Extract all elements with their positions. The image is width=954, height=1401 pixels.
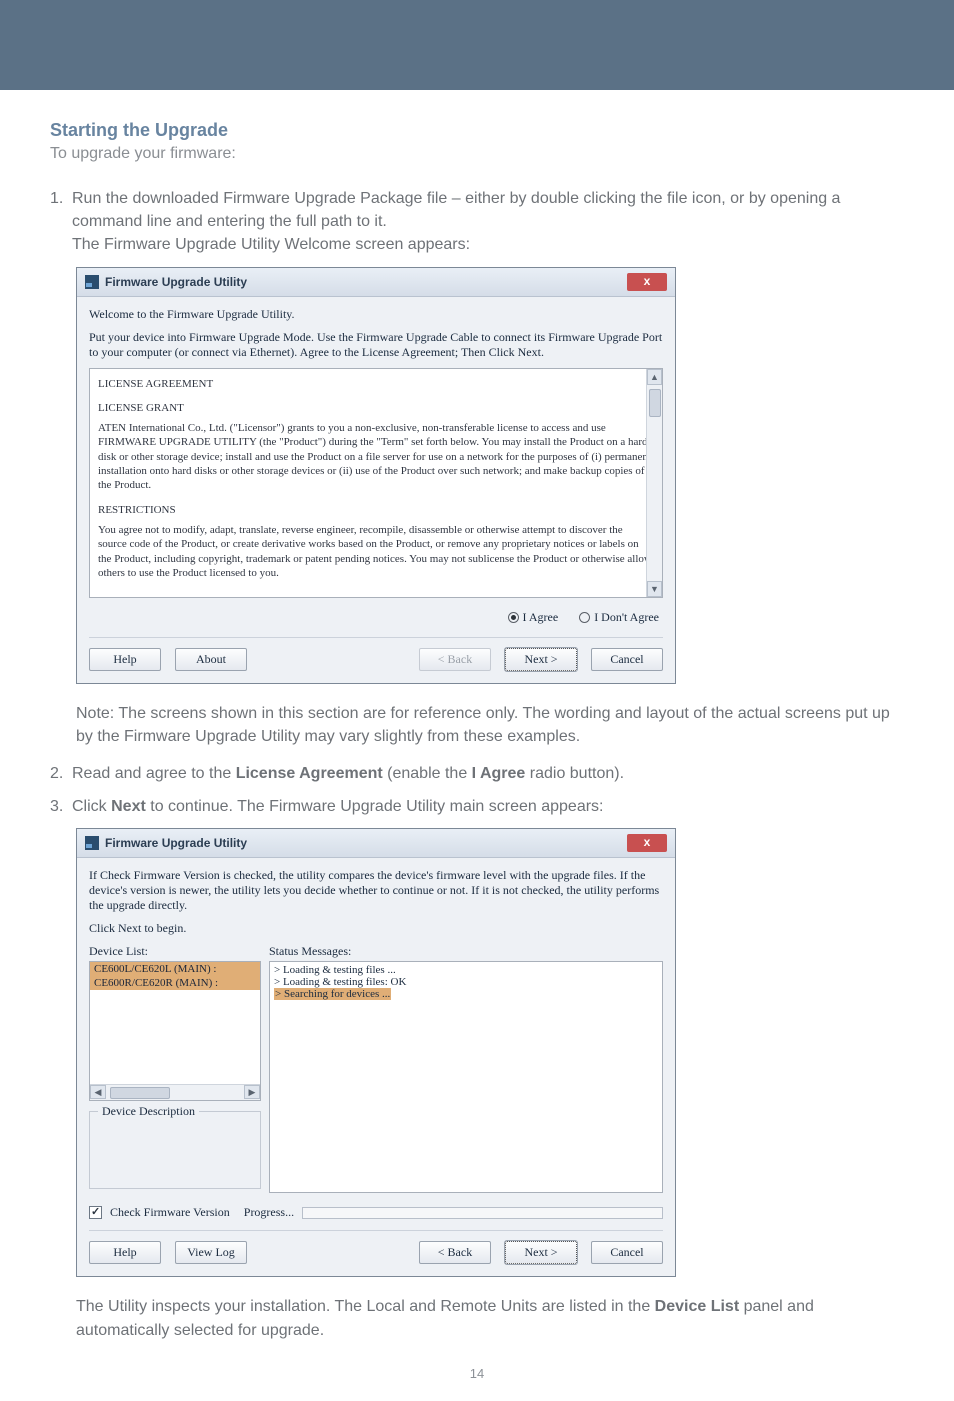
close-button[interactable]: x — [627, 834, 667, 852]
progress-bar — [302, 1207, 663, 1219]
section-subheading: To upgrade your firmware: — [50, 145, 904, 163]
radio-disagree-label: I Don't Agree — [594, 610, 659, 625]
next-term: Next — [111, 798, 146, 815]
lists-row: Device List: CE600L/CE620L (MAIN) : CE60… — [89, 944, 663, 1193]
intro-text: If Check Firmware Version is checked, th… — [89, 868, 663, 913]
click-next-text: Click Next to begin. — [89, 921, 663, 936]
radio-disagree[interactable]: I Don't Agree — [579, 610, 659, 625]
dialog-body: If Check Firmware Version is checked, th… — [77, 858, 675, 1276]
description-legend: Device Description — [98, 1104, 199, 1119]
app-icon — [85, 836, 99, 850]
close-button[interactable]: x — [627, 273, 667, 291]
agree-radio-group: I Agree I Don't Agree — [89, 606, 663, 637]
cancel-button[interactable]: Cancel — [591, 1241, 663, 1264]
check-progress-row: Check Firmware Version Progress... — [89, 1205, 663, 1220]
status-label: Status Messages: — [269, 944, 663, 959]
restrictions-body: You agree not to modify, adapt, translat… — [98, 523, 654, 580]
license-textarea[interactable]: LICENSE AGREEMENT LICENSE GRANT ATEN Int… — [89, 368, 663, 598]
dialog-titlebar: Firmware Upgrade Utility x — [77, 268, 675, 297]
step-number: 1. — [50, 187, 72, 210]
device-list-box[interactable]: CE600L/CE620L (MAIN) : CE600R/CE620R (MA… — [89, 961, 261, 1101]
radio-dot-icon — [579, 612, 590, 623]
license-scrollbar[interactable]: ▲ ▼ — [646, 369, 662, 597]
firmware-dialog-main: Firmware Upgrade Utility x If Check Firm… — [76, 828, 676, 1277]
step-body: Click Next to continue. The Firmware Upg… — [72, 795, 900, 818]
page-content: Starting the Upgrade To upgrade your fir… — [0, 90, 954, 1401]
dialog-title: Firmware Upgrade Utility — [105, 275, 247, 289]
back-button[interactable]: < Back — [419, 1241, 491, 1264]
scroll-left-icon[interactable]: ◀ — [90, 1085, 106, 1099]
step-number: 2. — [50, 762, 72, 785]
next-button[interactable]: Next > — [505, 648, 577, 671]
dialog-titlebar: Firmware Upgrade Utility x — [77, 829, 675, 858]
device-list-term: Device List — [655, 1298, 739, 1315]
list-item[interactable]: CE600R/CE620R (MAIN) : — [90, 976, 260, 990]
scroll-down-icon[interactable]: ▼ — [647, 581, 662, 597]
device-list-label: Device List: — [89, 944, 261, 959]
check-firmware-label: Check Firmware Version — [110, 1205, 230, 1220]
page-header-banner — [0, 0, 954, 90]
page-number: 14 — [50, 1366, 904, 1381]
instruction-text: Put your device into Firmware Upgrade Mo… — [89, 330, 663, 360]
step1-line-a: Run the downloaded Firmware Upgrade Pack… — [72, 190, 840, 230]
note-text: Note: The screens shown in this section … — [76, 702, 904, 748]
status-line: > Loading & testing files: OK — [274, 976, 658, 988]
help-button[interactable]: Help — [89, 648, 161, 671]
back-button: < Back — [419, 648, 491, 671]
dialog-button-row: Help View Log < Back Next > Cancel — [89, 1230, 663, 1264]
i-agree-term: I Agree — [472, 765, 526, 782]
about-button[interactable]: About — [175, 648, 247, 671]
dialog-button-row: Help About < Back Next > Cancel — [89, 637, 663, 671]
radio-agree[interactable]: I Agree — [508, 610, 559, 625]
dialog-body: Welcome to the Firmware Upgrade Utility.… — [77, 297, 675, 683]
license-agreement-term: License Agreement — [236, 765, 383, 782]
app-icon — [85, 275, 99, 289]
step-body: Read and agree to the License Agreement … — [72, 762, 900, 785]
cancel-button[interactable]: Cancel — [591, 648, 663, 671]
help-button[interactable]: Help — [89, 1241, 161, 1264]
progress-label: Progress... — [244, 1205, 294, 1220]
welcome-text: Welcome to the Firmware Upgrade Utility. — [89, 307, 663, 322]
scroll-thumb[interactable] — [110, 1087, 170, 1099]
check-firmware-checkbox[interactable] — [89, 1206, 102, 1219]
step1-line-b: The Firmware Upgrade Utility Welcome scr… — [72, 236, 470, 253]
scroll-right-icon[interactable]: ▶ — [244, 1085, 260, 1099]
radio-agree-label: I Agree — [523, 610, 559, 625]
dialog-title: Firmware Upgrade Utility — [105, 836, 247, 850]
step-3: 3.Click Next to continue. The Firmware U… — [50, 795, 904, 818]
status-line: > Loading & testing files ... — [274, 964, 658, 976]
step-number: 3. — [50, 795, 72, 818]
title-left: Firmware Upgrade Utility — [85, 275, 247, 289]
firmware-dialog-welcome: Firmware Upgrade Utility x Welcome to th… — [76, 267, 676, 684]
section-heading: Starting the Upgrade — [50, 120, 904, 141]
list-item[interactable]: CE600L/CE620L (MAIN) : — [90, 962, 260, 976]
radio-dot-icon — [508, 612, 519, 623]
step-body: Run the downloaded Firmware Upgrade Pack… — [72, 187, 900, 257]
status-messages-box: > Loading & testing files ... > Loading … — [269, 961, 663, 1193]
next-button[interactable]: Next > — [505, 1241, 577, 1264]
device-h-scrollbar[interactable]: ◀ ▶ — [90, 1084, 260, 1100]
license-grant-body: ATEN International Co., Ltd. ("Licensor"… — [98, 421, 654, 492]
tail-paragraph: The Utility inspects your installation. … — [76, 1295, 904, 1341]
step-2: 2.Read and agree to the License Agreemen… — [50, 762, 904, 785]
viewlog-button[interactable]: View Log — [175, 1241, 247, 1264]
license-heading: LICENSE AGREEMENT — [98, 377, 654, 391]
license-grant-heading: LICENSE GRANT — [98, 401, 654, 415]
device-description-group: Device Description — [89, 1111, 261, 1189]
title-left: Firmware Upgrade Utility — [85, 836, 247, 850]
device-list-column: Device List: CE600L/CE620L (MAIN) : CE60… — [89, 944, 261, 1193]
scroll-up-icon[interactable]: ▲ — [647, 369, 662, 385]
step-1: 1.Run the downloaded Firmware Upgrade Pa… — [50, 187, 904, 257]
status-line: > Searching for devices ... — [274, 988, 658, 1000]
status-column: Status Messages: > Loading & testing fil… — [269, 944, 663, 1193]
restrictions-heading: RESTRICTIONS — [98, 503, 654, 517]
scroll-thumb[interactable] — [649, 389, 661, 417]
